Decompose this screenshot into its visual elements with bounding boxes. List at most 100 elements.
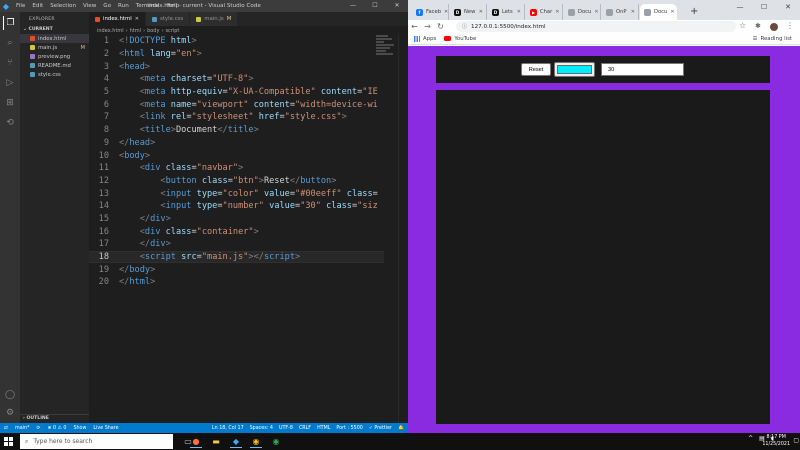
language-mode[interactable]: HTML [317, 426, 330, 431]
browser-tab[interactable]: D New ✕ [450, 4, 487, 20]
file-item[interactable]: style.css [20, 70, 89, 79]
extensions-icon[interactable]: ⊞ [3, 96, 17, 110]
file-item[interactable]: README.md [20, 61, 89, 70]
vscode-taskbar-icon[interactable]: ◆ [226, 435, 246, 448]
breadcrumb-item[interactable]: script [165, 28, 179, 34]
maximize-icon[interactable]: ☐ [364, 0, 386, 12]
menu-view[interactable]: View [83, 3, 96, 9]
show-hidden-icons-icon[interactable]: ^ [748, 435, 753, 442]
browser-tab[interactable]: OnP ✕ [602, 4, 639, 20]
explorer-icon[interactable]: ❐ [3, 16, 17, 30]
encoding[interactable]: UTF-8 [279, 426, 293, 431]
tab-close-icon[interactable]: ✕ [135, 16, 139, 22]
code-area[interactable]: 1 <!DOCTYPE html> 2 <html lang="en"> 3 <head>… [89, 35, 384, 289]
file-item[interactable]: preview.png [20, 52, 89, 61]
taskbar-clock[interactable]: 8:17 PM 11/25/2021 [762, 434, 790, 448]
code-line[interactable]: 8 <title>Document</title> [89, 124, 384, 137]
code-line[interactable]: 6 <meta name="viewport" content="width=d… [89, 98, 384, 111]
browser-tab[interactable]: D Lets ✕ [488, 4, 525, 20]
indentation[interactable]: Spaces: 4 [250, 426, 273, 431]
code-line[interactable]: 1 <!DOCTYPE html> [89, 35, 384, 48]
browser-tab[interactable]: Docu ✕ [640, 4, 677, 20]
sync-icon[interactable]: ⟳ [36, 426, 40, 431]
menu-terminal[interactable]: Terminal [136, 3, 160, 9]
browser-minimize-icon[interactable]: — [728, 0, 752, 14]
start-button[interactable] [4, 437, 13, 446]
prettier-status[interactable]: ✓ Prettier [369, 426, 392, 431]
tab-close-icon[interactable]: ✕ [517, 9, 521, 15]
live-server-port[interactable]: Port : 5500 [336, 426, 362, 431]
line-ending[interactable]: CRLF [299, 426, 311, 431]
code-line[interactable]: 3 <head> [89, 60, 384, 73]
show-status[interactable]: Show [73, 426, 86, 431]
browser-tab[interactable]: f Faceb ✕ [412, 4, 449, 20]
back-icon[interactable]: ← [408, 22, 421, 31]
forward-icon[interactable]: → [421, 22, 434, 31]
editor-tab[interactable]: main.js M [190, 12, 239, 26]
code-line[interactable]: 20 </html> [89, 276, 384, 289]
outline-header[interactable]: › OUTLINE [20, 414, 89, 423]
extensions-puzzle-icon[interactable]: ✱ [755, 22, 761, 30]
code-line[interactable]: 13 <input type="color" value="#00eeff" c… [89, 187, 384, 200]
code-line[interactable]: 14 <input type="number" value="30" class… [89, 200, 384, 213]
menu-dots-icon[interactable]: ⋮ [786, 21, 794, 30]
source-control-icon[interactable]: ⑂ [3, 56, 17, 70]
profile-avatar[interactable] [770, 23, 778, 31]
action-center-icon[interactable]: ▢ [793, 437, 799, 444]
code-line[interactable]: 5 <meta http-equiv="X-UA-Compatible" con… [89, 86, 384, 99]
problems-status[interactable]: ⊗ 0 ⚠ 0 [47, 426, 66, 431]
editor-tab[interactable]: index.html ✕ [89, 12, 146, 26]
browser-tab[interactable]: Docu ✕ [564, 4, 601, 20]
size-number-input[interactable]: 30 [601, 63, 684, 76]
menu-file[interactable]: File [16, 3, 25, 9]
code-line[interactable]: 11 <div class="navbar"> [89, 162, 384, 175]
breadcrumb-item[interactable]: index.html [97, 28, 124, 34]
address-bar[interactable]: ⓘ 127.0.0.1:5500/index.html [456, 21, 736, 32]
browser-tab[interactable]: ▶ Char ✕ [526, 4, 563, 20]
code-line[interactable]: 18 <script src="main.js"></script> [89, 250, 384, 264]
reload-icon[interactable]: ↻ [434, 22, 447, 31]
run-debug-icon[interactable]: ▷ [3, 76, 17, 90]
code-line[interactable]: 15 </div> [89, 213, 384, 226]
settings-gear-icon[interactable]: ⚙ [3, 406, 17, 420]
minimap[interactable] [376, 35, 396, 75]
code-line[interactable]: 12 <button class="btn">Reset</button> [89, 175, 384, 188]
close-icon[interactable]: ✕ [386, 0, 408, 12]
file-explorer-icon[interactable]: ▬ [206, 435, 226, 448]
breadcrumb-item[interactable]: body [147, 28, 159, 34]
bookmark-star-icon[interactable]: ☆ [739, 21, 746, 30]
folder-header[interactable]: ⌄ CURRENT [20, 22, 89, 32]
live-share-status[interactable]: Live Share [93, 426, 118, 431]
code-line[interactable]: 16 <div class="container"> [89, 225, 384, 238]
site-info-icon[interactable]: ⓘ [462, 23, 467, 30]
remote-icon[interactable]: ⟲ [3, 116, 17, 130]
branch-status[interactable]: main* [15, 426, 29, 431]
code-line[interactable]: 7 <link rel="stylesheet" href="style.css… [89, 111, 384, 124]
code-line[interactable]: 10 <body> [89, 149, 384, 162]
account-icon[interactable]: ◯ [3, 388, 17, 402]
firefox-icon[interactable]: ● [186, 435, 206, 448]
notifications-icon[interactable]: 🔔 [398, 426, 404, 431]
new-tab-icon[interactable]: + [690, 6, 698, 17]
tab-close-icon[interactable]: ✕ [555, 9, 559, 15]
color-picker[interactable] [554, 62, 595, 77]
menu-help[interactable]: Help [166, 3, 179, 9]
tab-close-icon[interactable]: ✕ [444, 9, 448, 15]
menu-selection[interactable]: Selection [50, 3, 76, 9]
code-line[interactable]: 4 <meta charset="UTF-8"> [89, 73, 384, 86]
tab-close-icon[interactable]: ✕ [594, 9, 598, 15]
tab-close-icon[interactable]: ✕ [670, 9, 674, 15]
editor-tab[interactable]: style.css [145, 12, 191, 26]
code-line[interactable]: 19 </body> [89, 263, 384, 276]
reading-list[interactable]: ☰ Reading list [753, 36, 792, 42]
minimize-icon[interactable]: — [342, 0, 364, 12]
menu-edit[interactable]: Edit [32, 3, 43, 9]
tab-close-icon[interactable]: ✕ [479, 9, 483, 15]
chrome-alt-taskbar-icon[interactable]: ◉ [266, 435, 286, 448]
browser-maximize-icon[interactable]: ☐ [752, 0, 776, 14]
search-icon[interactable]: ⌕ [3, 36, 17, 50]
taskbar-search[interactable]: ⌕ Type here to search [20, 434, 173, 449]
tab-close-icon[interactable]: ✕ [631, 9, 635, 15]
menu-go[interactable]: Go [103, 3, 111, 9]
code-line[interactable]: 17 </div> [89, 238, 384, 251]
